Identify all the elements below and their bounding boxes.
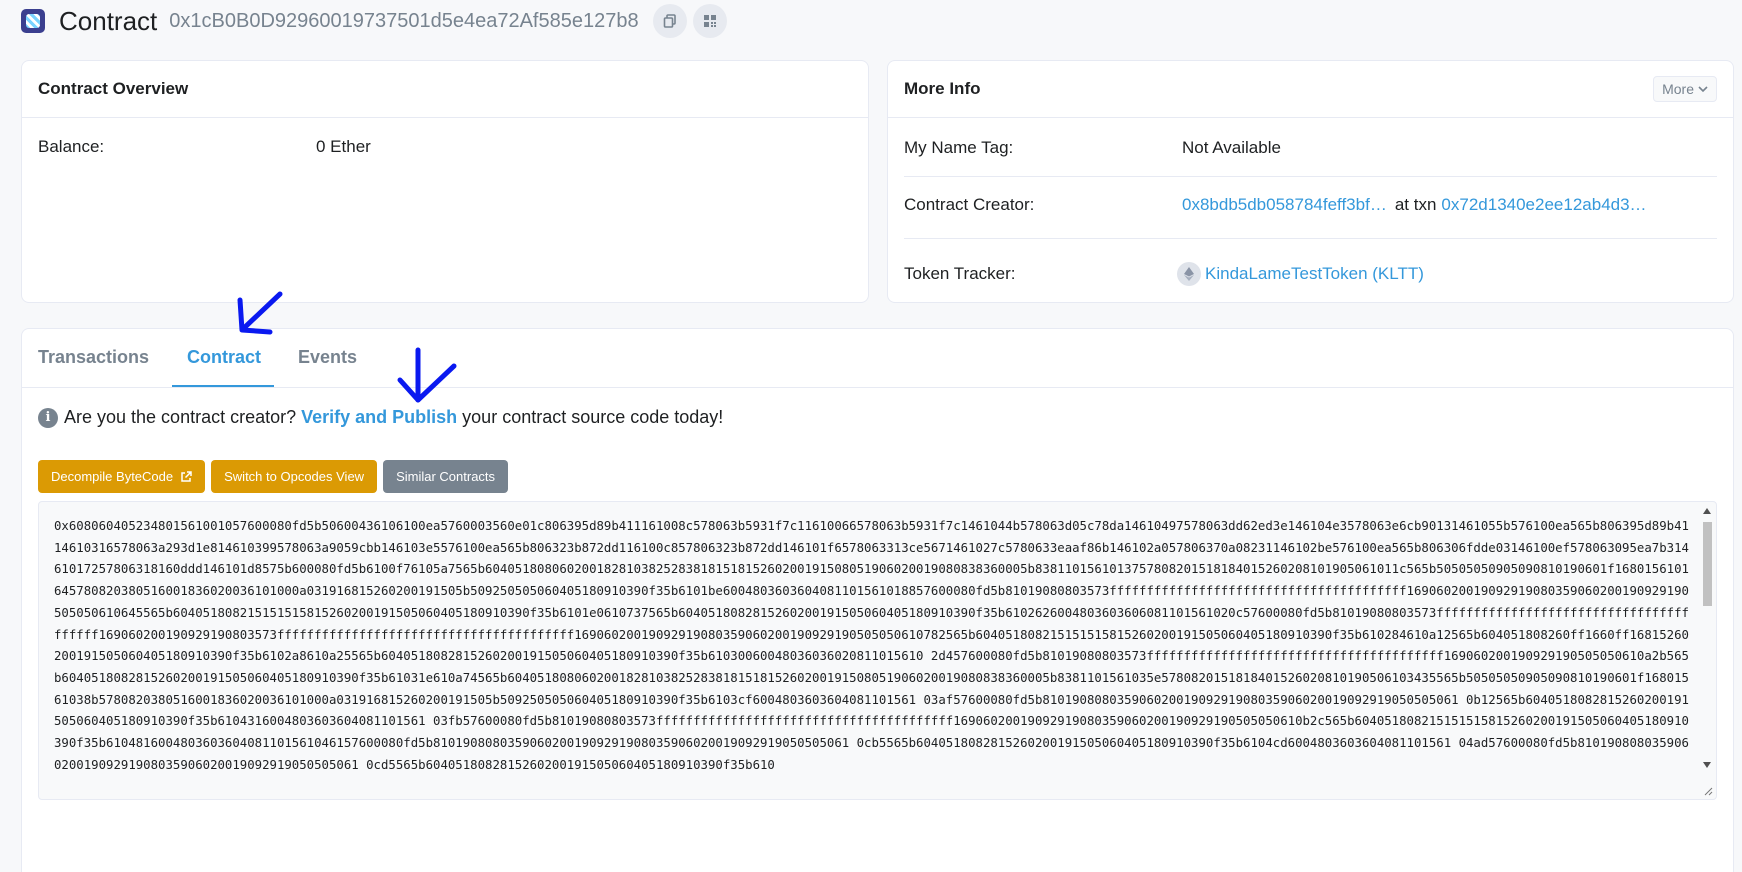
qr-code-icon [703, 15, 716, 27]
name-tag-row: My Name Tag: Not Available [904, 138, 1717, 158]
token-tracker-label: Token Tracker: [904, 264, 1016, 283]
copy-address-button[interactable] [652, 4, 687, 38]
divider [904, 176, 1717, 177]
page-header: Contract 0x1cB0B0D92960019737501d5e4ea72… [21, 0, 733, 42]
ethereum-token-icon [1177, 262, 1201, 286]
more-info-header: More Info More [888, 61, 1733, 118]
at-txn-text: at txn [1394, 195, 1437, 214]
active-tab-indicator [172, 385, 274, 387]
bytecode-scrollbar[interactable] [1700, 506, 1714, 796]
creator-address-link[interactable]: 0x8bdb5db058784feff3bf… [1182, 195, 1387, 215]
tab-contract[interactable]: Contract [187, 347, 261, 368]
contract-address: 0x1cB0B0D92960019737501d5e4ea72Af585e127… [169, 9, 639, 32]
scroll-down-arrow-icon[interactable] [1703, 762, 1711, 768]
token-tracker-row: Token Tracker: KindaLameTestToken (KLTT) [904, 262, 1717, 286]
page-title: Contract [59, 5, 158, 36]
tab-bar: Transactions Contract Events [22, 329, 1733, 388]
notice-suffix: your contract source code today! [462, 407, 724, 427]
contract-overview-title: Contract Overview [22, 61, 868, 118]
switch-to-opcodes-button[interactable]: Switch to Opcodes View [211, 460, 378, 493]
similar-contracts-button[interactable]: Similar Contracts [383, 460, 509, 493]
more-info-title: More Info [904, 79, 981, 98]
creator-txn-link[interactable]: 0x72d1340e2ee12ab4d3… [1441, 195, 1646, 215]
verify-notice: i Are you the contract creator? Verify a… [38, 407, 723, 428]
contract-logo-icon [21, 9, 45, 33]
notice-prefix: Are you the contract creator? [64, 407, 297, 427]
chevron-down-icon [1698, 85, 1708, 92]
scroll-up-arrow-icon[interactable] [1703, 508, 1711, 514]
contract-creator-row: Contract Creator: 0x8bdb5db058784feff3bf… [904, 195, 1717, 215]
more-dropdown-button[interactable]: More [1653, 76, 1717, 102]
token-tracker-link[interactable]: KindaLameTestToken (KLTT) [1205, 264, 1424, 284]
balance-value: 0 Ether [316, 137, 371, 156]
decompile-bytecode-button[interactable]: Decompile ByteCode [38, 460, 206, 493]
contract-tabs-panel: Transactions Contract Events i Are you t… [21, 328, 1734, 872]
copy-icon [663, 14, 676, 28]
decompile-bytecode-label: Decompile ByteCode [51, 469, 174, 484]
more-info-card: More Info More My Name Tag: Not Availabl… [887, 60, 1734, 303]
info-icon: i [38, 407, 58, 428]
balance-label: Balance: [38, 137, 105, 156]
tab-events[interactable]: Events [298, 347, 357, 368]
tab-transactions[interactable]: Transactions [38, 347, 149, 368]
balance-row: Balance: 0 Ether [38, 137, 852, 157]
bytecode-actions: Decompile ByteCode Switch to Opcodes Vie… [38, 460, 509, 493]
scroll-thumb[interactable] [1703, 522, 1712, 606]
contract-creator-label: Contract Creator: [904, 195, 1035, 214]
resize-handle-icon[interactable] [1703, 786, 1713, 796]
verify-and-publish-link[interactable]: Verify and Publish [301, 407, 457, 428]
bytecode-text: 0x608060405234801561001057600080fd5b5060… [54, 519, 1689, 772]
divider [904, 238, 1717, 239]
contract-overview-card: Contract Overview Balance: 0 Ether [21, 60, 869, 303]
name-tag-label: My Name Tag: [904, 138, 1014, 157]
qr-code-button[interactable] [692, 4, 727, 38]
external-link-icon [181, 470, 192, 482]
more-dropdown-label: More [1662, 81, 1694, 97]
bytecode-textarea[interactable]: 0x608060405234801561001057600080fd5b5060… [38, 501, 1717, 800]
name-tag-value: Not Available [1182, 138, 1281, 157]
